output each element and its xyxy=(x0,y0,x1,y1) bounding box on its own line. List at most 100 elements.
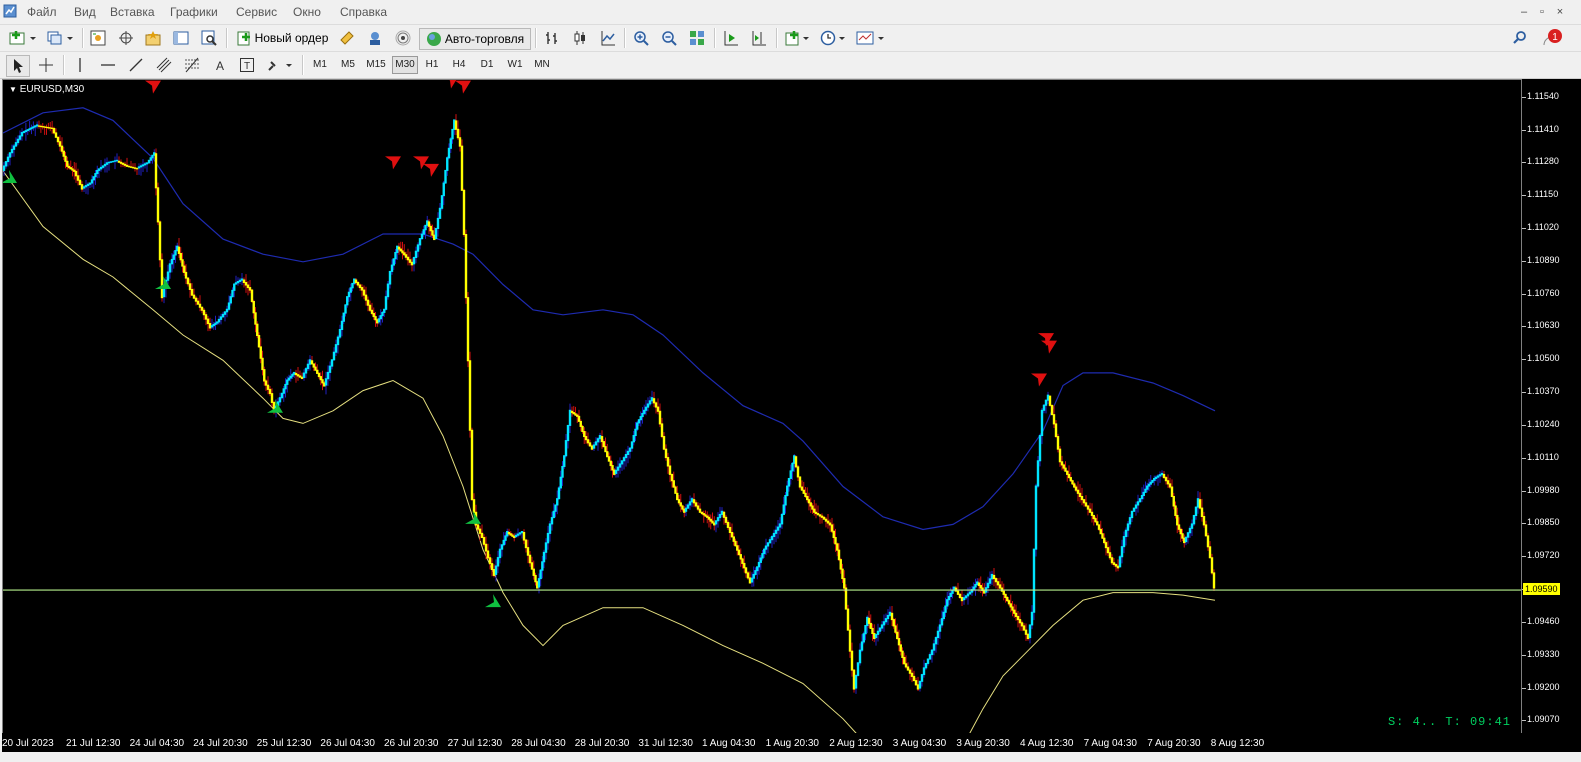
new-order-button[interactable]: Новый ордер xyxy=(233,28,331,48)
market-button[interactable] xyxy=(393,28,413,48)
zoom-out-button[interactable] xyxy=(659,28,679,48)
templates-button[interactable] xyxy=(855,28,887,48)
menu-window[interactable]: Окно xyxy=(293,5,321,19)
price-tick-label: 1.09330 xyxy=(1527,648,1560,659)
cursor-arrow-icon xyxy=(14,59,23,73)
menu-insert[interactable]: Вставка xyxy=(110,5,155,19)
menu-view[interactable]: Вид xyxy=(74,5,96,19)
current-price-label: 1.09590 xyxy=(1523,583,1560,596)
metaeditor-button[interactable] xyxy=(337,28,357,48)
time-tick-label: 20 Jul 2023 xyxy=(2,738,54,749)
clock-icon xyxy=(820,30,845,46)
sell-signal-arrow xyxy=(1041,340,1057,354)
horizontal-line-button[interactable] xyxy=(98,55,118,75)
price-tick-mark xyxy=(1522,96,1526,98)
crosshair-tool-button[interactable] xyxy=(36,55,56,75)
market-watch-button[interactable] xyxy=(88,28,108,48)
timeframe-m15[interactable]: M15 xyxy=(364,56,388,74)
tester-magnifier-icon xyxy=(201,30,217,46)
sell-signal-arrow xyxy=(413,156,429,170)
market-watch-icon xyxy=(90,30,106,46)
autoscroll-button[interactable] xyxy=(721,28,741,48)
minimize-icon[interactable]: – xyxy=(1517,5,1531,19)
strategy-tester-button[interactable] xyxy=(199,28,219,48)
restore-icon[interactable]: ▫ xyxy=(1535,5,1549,19)
indicators-icon xyxy=(785,31,809,46)
price-tick-mark xyxy=(1522,523,1526,525)
arrows-icon xyxy=(268,61,292,71)
bar-chart-button[interactable] xyxy=(542,28,562,48)
equidistant-channel-button[interactable] xyxy=(154,55,174,75)
signals-button[interactable] xyxy=(365,28,385,48)
profiles-button[interactable] xyxy=(44,28,76,48)
timeframe-mn[interactable]: MN xyxy=(531,56,553,74)
candlestick-button[interactable] xyxy=(570,28,590,48)
broadcast-icon xyxy=(395,30,411,46)
text-tool-button[interactable]: A xyxy=(210,55,230,75)
time-tick-label: 26 Jul 20:30 xyxy=(384,738,439,749)
sell-signal-arrow xyxy=(1031,373,1047,387)
trendline-button[interactable] xyxy=(126,55,146,75)
menu-help[interactable]: Справка xyxy=(340,5,387,19)
time-tick-label: 3 Aug 04:30 xyxy=(892,738,947,749)
time-tick-label: 21 Jul 12:30 xyxy=(66,738,121,749)
vertical-line-button[interactable] xyxy=(70,55,90,75)
new-chart-button[interactable] xyxy=(6,28,40,48)
price-tick-mark xyxy=(1522,293,1526,295)
line-chart-button[interactable] xyxy=(598,28,618,48)
sell-signal-arrow xyxy=(423,163,439,177)
price-chart[interactable] xyxy=(3,80,1521,734)
price-axis[interactable]: 1.11540 1.11410 1.11280 1.11150 1.11020 1.108… xyxy=(1522,79,1581,752)
timeframe-w1[interactable]: W1 xyxy=(504,56,526,74)
menu-tools[interactable]: Сервис xyxy=(236,5,277,19)
standard-toolbar: Новый ордер Авто-торговля 1 xyxy=(0,24,1581,51)
data-window-button[interactable] xyxy=(116,28,136,48)
chart-window[interactable]: ▼ EURUSD,M30 S: 4.. T: 09:41 xyxy=(2,79,1522,752)
timeframe-m5[interactable]: M5 xyxy=(337,56,359,74)
tile-windows-button[interactable] xyxy=(687,28,707,48)
bar-chart-icon xyxy=(546,32,557,44)
terminal-button[interactable] xyxy=(171,28,191,48)
arrows-button[interactable] xyxy=(265,55,295,75)
close-icon[interactable]: × xyxy=(1553,5,1567,19)
price-tick-label: 1.09070 xyxy=(1527,714,1560,725)
sell-signal-arrow xyxy=(385,156,401,170)
time-tick-label: 4 Aug 12:30 xyxy=(1020,738,1074,749)
new-chart-icon xyxy=(9,31,36,45)
cursor-tool-button[interactable] xyxy=(6,55,30,77)
text-letter-icon: A xyxy=(216,59,224,73)
menu-file[interactable]: Файл xyxy=(27,5,57,19)
timeframe-m1[interactable]: M1 xyxy=(309,56,331,74)
trendline-icon xyxy=(129,58,143,72)
menu-charts[interactable]: Графики xyxy=(170,5,218,19)
fibonacci-button[interactable] xyxy=(182,55,202,75)
timeframe-h4[interactable]: H4 xyxy=(448,56,470,74)
price-tick-mark xyxy=(1522,260,1526,262)
time-tick-label: 31 Jul 12:30 xyxy=(638,738,693,749)
svg-text:A: A xyxy=(216,59,224,73)
price-tick-label: 1.11150 xyxy=(1527,189,1559,200)
timeframe-m30[interactable]: M30 xyxy=(392,56,418,74)
search-button[interactable] xyxy=(1510,28,1530,48)
zoom-in-button[interactable] xyxy=(631,28,651,48)
price-tick-label: 1.11280 xyxy=(1527,156,1559,167)
notification-badge-icon: 1 xyxy=(1543,29,1562,46)
price-tick-label: 1.09850 xyxy=(1527,517,1560,528)
time-tick-label: 7 Aug 20:30 xyxy=(1147,738,1201,749)
lower-band-line xyxy=(3,170,1216,734)
time-axis[interactable]: 20 Jul 2023 21 Jul 12:30 24 Jul 04:30 24 Ju… xyxy=(2,733,1522,752)
indicators-button[interactable] xyxy=(783,28,813,48)
zoom-in-icon xyxy=(634,31,649,46)
chart-menu-triangle-icon[interactable]: ▼ xyxy=(9,85,17,94)
time-tick-label: 3 Aug 20:30 xyxy=(956,738,1010,749)
periods-button[interactable] xyxy=(819,28,849,48)
text-label-button[interactable]: T xyxy=(237,55,257,75)
time-tick-label: 28 Jul 20:30 xyxy=(574,738,630,749)
autotrading-button[interactable]: Авто-торговля xyxy=(419,28,531,50)
chart-shift-button[interactable] xyxy=(749,28,769,48)
price-tick-mark xyxy=(1522,359,1526,361)
navigator-button[interactable] xyxy=(143,28,163,48)
timeframe-d1[interactable]: D1 xyxy=(476,56,498,74)
timeframe-h1[interactable]: H1 xyxy=(421,56,443,74)
notifications-button[interactable]: 1 xyxy=(1540,28,1564,48)
